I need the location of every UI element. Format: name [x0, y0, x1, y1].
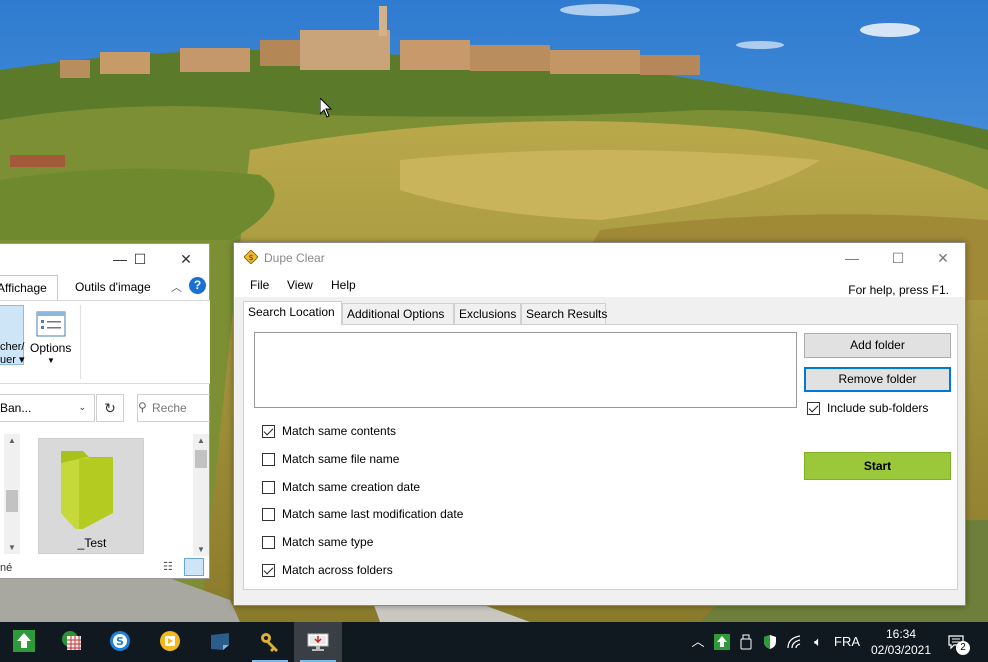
file-name: _Test — [77, 536, 107, 550]
include-subfolders-label: Include sub-folders — [827, 401, 929, 415]
scroll-up-icon[interactable]: ▲ — [197, 436, 205, 445]
files-scrollbar[interactable]: ▲ ▼ — [193, 434, 209, 556]
svg-text:$: $ — [248, 253, 253, 262]
scroll-up-icon[interactable]: ▲ — [8, 436, 16, 445]
menu-bar: File View Help For help, press F1. — [234, 273, 965, 297]
search-location-panel: Add folder Remove folder Include sub-fol… — [243, 324, 958, 590]
clock[interactable]: 16:34 02/03/2021 — [866, 626, 936, 658]
checkbox-checked-icon[interactable] — [262, 425, 275, 438]
address-text: Ban... — [0, 401, 32, 415]
maximize-icon[interactable]: ☐ — [886, 248, 910, 268]
close-icon[interactable]: ✕ — [931, 248, 955, 268]
help-hint: For help, press F1. — [848, 283, 949, 297]
match-option-label: Match same creation date — [282, 480, 421, 494]
file-item-test-folder[interactable]: _Test — [38, 438, 144, 554]
match-option-label: Match same file name — [282, 452, 400, 466]
menu-help[interactable]: Help — [331, 278, 356, 292]
tab-affichage[interactable]: Affichage — [0, 275, 58, 300]
dupe-clear-app-icon: $ — [244, 250, 258, 264]
scroll-down-icon[interactable]: ▼ — [197, 545, 205, 554]
search-placeholder: Reche — [152, 401, 187, 415]
tab-outils-image[interactable]: Outils d'image — [75, 280, 151, 294]
window-title: Dupe Clear — [264, 251, 325, 265]
options-button-label[interactable]: Options — [30, 341, 71, 355]
menu-view[interactable]: View — [287, 278, 313, 292]
minimize-icon[interactable]: — — [110, 250, 130, 268]
explorer-titlebar[interactable]: — ☐ ✕ — [0, 244, 209, 274]
collapse-ribbon-icon[interactable]: ︿ — [171, 279, 182, 295]
green-upload-tray-icon[interactable] — [714, 634, 730, 650]
options-icon[interactable] — [36, 311, 66, 337]
checkbox-unchecked-icon[interactable] — [262, 453, 275, 466]
checkbox-unchecked-icon[interactable] — [262, 481, 275, 494]
notification-count-badge: 2 — [956, 641, 970, 655]
status-text: né — [0, 562, 13, 574]
search-input[interactable]: ⚲ Reche — [137, 394, 210, 422]
clock-time: 16:34 — [885, 627, 917, 641]
tab-search-results[interactable]: Search Results — [521, 303, 607, 324]
ribbon-panel: cher/ uer ▾ Options ▼ — [0, 300, 210, 384]
chevron-up-icon[interactable]: ︿ — [690, 634, 706, 650]
language-indicator[interactable]: FRA — [834, 634, 860, 650]
system-tray: ︿ 🔈︎ FRA 16:34 02/03/2021 — [0, 622, 988, 662]
menu-file[interactable]: File — [250, 278, 269, 292]
shield-icon[interactable] — [762, 634, 778, 650]
checkbox-checked-icon[interactable] — [807, 402, 820, 415]
dupe-clear-window[interactable]: $ Dupe Clear — ☐ ✕ File View Help For he… — [233, 242, 966, 606]
ribbon-separator — [80, 305, 81, 379]
maximize-icon[interactable]: ☐ — [130, 250, 150, 268]
match-option-label: Match same contents — [282, 424, 397, 438]
scroll-down-icon[interactable]: ▼ — [8, 543, 16, 552]
remove-folder-button[interactable]: Remove folder — [804, 367, 951, 392]
match-option-label: Match same last modification date — [282, 507, 464, 521]
file-explorer-window[interactable]: — ☐ ✕ Affichage Outils d'image ︿ ? cher/… — [0, 243, 210, 579]
wifi-icon[interactable] — [786, 634, 802, 650]
search-icon: ⚲ — [138, 400, 147, 414]
ribbon-left-label-line1: cher/ — [0, 341, 25, 353]
scrollbar-thumb[interactable] — [195, 450, 207, 468]
close-icon[interactable]: ✕ — [176, 250, 196, 268]
scrollbar-thumb[interactable] — [6, 490, 18, 512]
folder-icon — [61, 451, 113, 531]
speaker-icon[interactable]: 🔈︎ — [810, 634, 826, 650]
details-view-icon[interactable]: ☷ — [163, 560, 177, 574]
refresh-icon[interactable]: ↻ — [96, 394, 124, 422]
usb-drive-icon[interactable] — [738, 634, 754, 650]
clock-date: 02/03/2021 — [870, 643, 932, 657]
chevron-down-icon[interactable]: ⌄ — [78, 402, 86, 413]
checkbox-unchecked-icon[interactable] — [262, 508, 275, 521]
large-icons-view-icon[interactable] — [184, 558, 204, 576]
taskbar: S ︿ 🔈︎ FRA 16:34 02/03/2021 — [0, 622, 988, 662]
checkbox-unchecked-icon[interactable] — [262, 536, 275, 549]
start-button[interactable]: Start — [804, 452, 951, 480]
checkbox-checked-icon[interactable] — [262, 564, 275, 577]
ribbon-left-label-line2: uer — [0, 354, 16, 366]
tab-exclusions[interactable]: Exclusions — [454, 303, 521, 324]
tab-additional-options[interactable]: Additional Options — [342, 303, 454, 324]
nav-pane-scrollbar[interactable]: ▲ ▼ — [4, 434, 20, 554]
tab-search-location[interactable]: Search Location — [243, 301, 342, 325]
window-titlebar[interactable]: $ Dupe Clear — ☐ ✕ — [234, 243, 965, 273]
match-option-label: Match same type — [282, 535, 374, 549]
minimize-icon[interactable]: — — [840, 248, 864, 268]
chevron-down-icon[interactable]: ▼ — [47, 356, 55, 365]
ribbon-tabs: Affichage Outils d'image ︿ ? — [0, 275, 210, 300]
ribbon-left-label: cher/ uer ▾ — [0, 341, 25, 366]
folder-list[interactable] — [254, 332, 797, 408]
help-icon[interactable]: ? — [189, 277, 206, 294]
address-bar[interactable]: Ban... ⌄ — [0, 394, 95, 422]
match-option-label: Match across folders — [282, 563, 393, 577]
add-folder-button[interactable]: Add folder — [804, 333, 951, 358]
mouse-cursor-icon — [320, 98, 332, 118]
